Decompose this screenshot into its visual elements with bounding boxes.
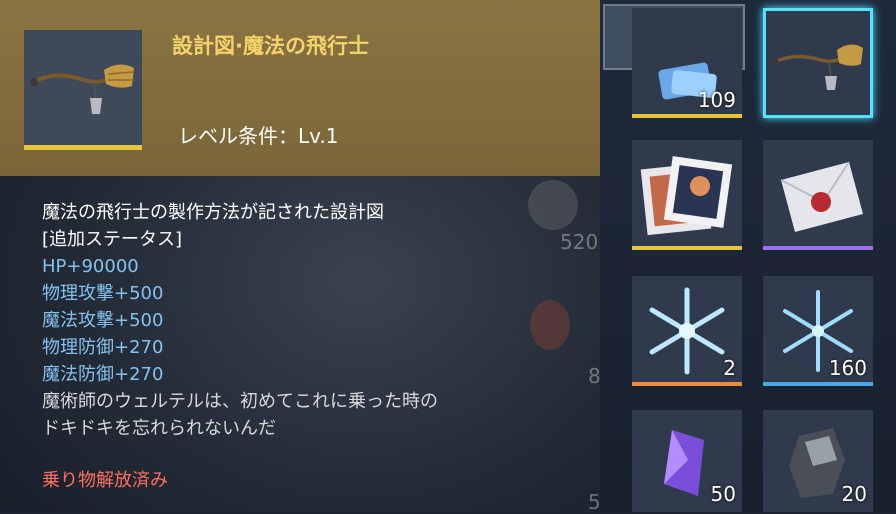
- inventory-slot[interactable]: [632, 140, 742, 250]
- stat-line: 物理防御+270: [42, 337, 164, 358]
- inventory-slot[interactable]: 109: [632, 8, 742, 118]
- rarity-bar: [632, 114, 742, 118]
- stat-line: HP+90000: [42, 256, 139, 277]
- flavor-text: 魔術師のウェルテルは、初めてこれに乗った時の: [42, 391, 438, 412]
- level-requirement: レベル条件：Lv.1: [178, 124, 339, 148]
- feather-icon: [530, 300, 570, 350]
- flavor-text: ドキドキを忘れられないんだ: [42, 418, 276, 439]
- inventory-slot-selected[interactable]: [763, 8, 873, 118]
- description-summary: 魔法の飛行士の製作方法が記された設計図: [42, 202, 384, 223]
- rarity-bar: [763, 246, 873, 250]
- stat-line: 魔法攻撃+500: [42, 310, 164, 331]
- rarity-bar: [763, 382, 873, 386]
- ghost-count: 5: [588, 490, 601, 514]
- letter-icon: [780, 161, 863, 232]
- item-count: 20: [841, 482, 867, 506]
- item-detail-header: 設計図·魔法の飛行士 レベル条件：Lv.1: [0, 0, 600, 176]
- additional-status-header: [追加ステータス]: [42, 229, 183, 250]
- item-count: 2: [723, 356, 736, 380]
- rarity-bar: [632, 246, 742, 250]
- rarity-bar: [632, 382, 742, 386]
- item-title: 設計図·魔法の飛行士: [172, 34, 369, 58]
- item-count: 109: [697, 88, 736, 112]
- item-thumbnail: [24, 30, 142, 150]
- inventory-slot[interactable]: 50: [632, 410, 742, 512]
- inventory-slot[interactable]: [763, 140, 873, 250]
- inventory-slot[interactable]: 2: [632, 276, 742, 386]
- stat-line: 物理攻撃+500: [42, 283, 164, 304]
- item-count: 50: [710, 482, 736, 506]
- item-count: 160: [828, 356, 867, 380]
- inventory-slot[interactable]: 20: [763, 410, 873, 512]
- stamp-icon: [640, 156, 733, 236]
- mount-unlocked-status: 乗り物解放済み: [42, 470, 168, 491]
- broom-icon: [771, 44, 863, 90]
- rarity-bar: [24, 145, 142, 150]
- stat-line: 魔法防御+270: [42, 364, 164, 385]
- badge-icon: [528, 180, 578, 230]
- ghost-count: 520: [560, 230, 599, 254]
- broom-icon: [30, 64, 135, 114]
- inventory-slot[interactable]: 160: [763, 276, 873, 386]
- item-description: 魔法の飛行士の製作方法が記された設計図 [追加ステータス] HP+90000 物…: [42, 199, 438, 442]
- ghost-count: 8: [588, 364, 601, 388]
